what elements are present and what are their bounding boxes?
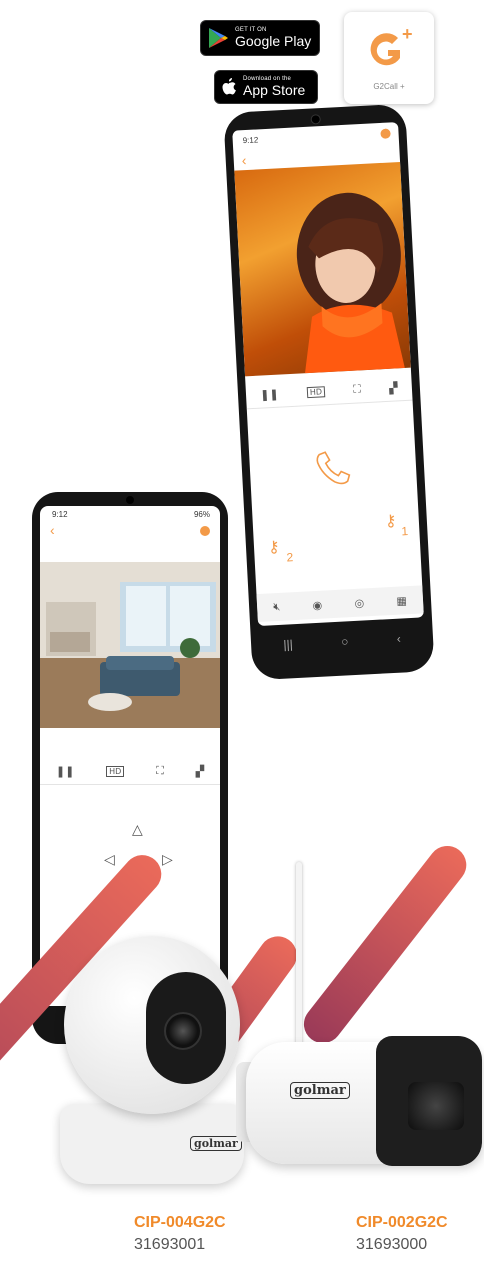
- hd-icon[interactable]: HD: [306, 385, 326, 398]
- grid-icon[interactable]: ▞: [196, 765, 204, 778]
- google-play-label: Google Play: [235, 33, 312, 49]
- dome-camera: golmar: [60, 936, 250, 1186]
- living-room-image: [40, 562, 220, 728]
- key-icon-2[interactable]: ⚷: [268, 537, 281, 558]
- record-icon[interactable]: ◉: [312, 598, 322, 611]
- key-label-2: 2: [286, 550, 294, 565]
- hd-icon[interactable]: HD: [106, 765, 125, 777]
- video-feed: [40, 562, 220, 728]
- qr-icon[interactable]: ▦: [396, 594, 407, 608]
- bullet-camera: golmar: [236, 852, 482, 1182]
- back-icon[interactable]: ‹: [241, 152, 247, 168]
- settings-icon[interactable]: [200, 526, 210, 536]
- bullet-brand-logo: golmar: [290, 1082, 350, 1099]
- phone-right-screen: 9:12 ‹ ❚❚ HD ⛶ ▞ ⚷ 2 ⚷ 1 🔇︎ ◉ ◎ ▦: [232, 122, 424, 627]
- status-time: 9:12: [52, 510, 68, 519]
- wifi-antenna: [296, 862, 302, 1052]
- camera-icon[interactable]: ◎: [354, 596, 364, 609]
- home-icon[interactable]: ○: [341, 634, 349, 648]
- android-nav: ||| ○ ‹: [258, 623, 425, 660]
- pause-icon[interactable]: ❚❚: [56, 765, 74, 778]
- mute-icon[interactable]: 🔇︎: [273, 600, 281, 614]
- recent-apps-icon[interactable]: |||: [283, 637, 293, 651]
- pause-icon[interactable]: ❚❚: [260, 387, 279, 401]
- g2call-logo-icon: +: [370, 24, 413, 66]
- status-battery: 96%: [193, 510, 210, 519]
- apple-icon: [222, 78, 236, 95]
- app-store-badge[interactable]: Download on the App Store: [214, 70, 318, 104]
- dome-camera-lens: [164, 1012, 202, 1050]
- call-handset-icon[interactable]: [311, 447, 353, 489]
- dome-brand-logo: golmar: [190, 1136, 242, 1151]
- fullscreen-icon[interactable]: ⛶: [156, 764, 164, 778]
- ptz-right-icon[interactable]: ▷: [162, 852, 173, 868]
- fullscreen-icon[interactable]: ⛶: [353, 382, 361, 396]
- ptz-left-icon[interactable]: ◁: [104, 852, 115, 868]
- product-code-bullet: CIP-002G2C: [356, 1214, 448, 1231]
- grid-icon[interactable]: ▞: [389, 381, 398, 394]
- front-camera: [126, 496, 134, 504]
- back-nav-icon[interactable]: ‹: [396, 632, 401, 646]
- bullet-lens: [408, 1082, 464, 1130]
- svg-text:+: +: [402, 24, 413, 44]
- bottom-actions: 🔇︎ ◉ ◎ ▦: [256, 585, 424, 623]
- google-play-badge[interactable]: GET IT ON Google Play: [200, 20, 320, 56]
- product-code-dome: CIP-004G2C: [134, 1214, 226, 1231]
- status-time: 9:12: [242, 135, 259, 146]
- back-icon[interactable]: ‹: [50, 522, 55, 538]
- video-feed: [234, 161, 411, 377]
- front-camera: [310, 114, 321, 125]
- key-icon-1[interactable]: ⚷: [384, 511, 397, 532]
- settings-icon[interactable]: [380, 128, 391, 139]
- google-play-icon: [209, 28, 228, 48]
- product-number-bullet: 31693000: [356, 1236, 428, 1253]
- product-number-dome: 31693001: [134, 1236, 206, 1253]
- phone-right: 9:12 ‹ ❚❚ HD ⛶ ▞ ⚷ 2 ⚷ 1 🔇︎ ◉ ◎ ▦ ||| ○ …: [223, 103, 435, 681]
- video-controls: ❚❚ HD ⛶ ▞: [40, 758, 220, 785]
- g2call-label: G2Call +: [373, 82, 405, 91]
- g2call-app-tile[interactable]: + G2Call +: [344, 12, 434, 104]
- woman-portrait-image: [296, 192, 405, 374]
- key-label-1: 1: [401, 524, 409, 539]
- app-store-label: App Store: [243, 82, 306, 98]
- video-controls: ❚❚ HD ⛶ ▞: [245, 373, 413, 410]
- ptz-up-icon[interactable]: △: [132, 822, 143, 838]
